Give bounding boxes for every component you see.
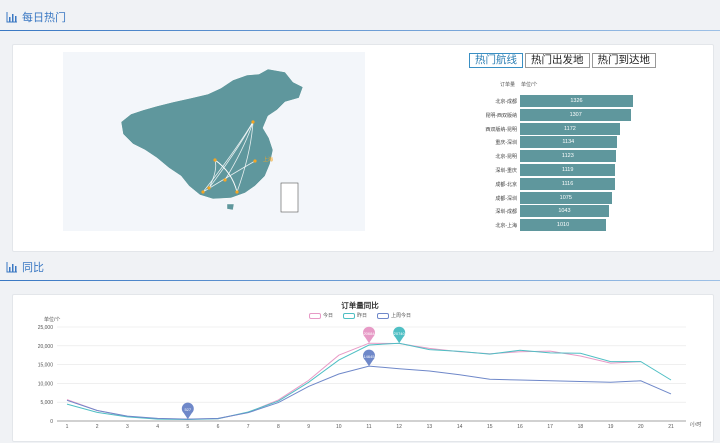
- route-bar-row[interactable]: 昆明-西双版纳 1307: [470, 108, 670, 122]
- route-label: 北京-昆明: [495, 154, 517, 161]
- city-dot: [253, 159, 257, 163]
- city-dot: [207, 186, 211, 190]
- route-label: 北京-上海: [495, 223, 517, 230]
- route-bar-row[interactable]: 深圳-成都 1043: [470, 205, 670, 218]
- route-value: 1172: [564, 125, 576, 132]
- route-bar: 1134: [520, 136, 617, 149]
- route-value: 1134: [562, 139, 575, 146]
- route-bar-row[interactable]: 北京-昆明 1123: [470, 150, 670, 163]
- legend-label: 上周今日: [391, 313, 412, 319]
- route-value: 1307: [569, 111, 582, 118]
- route-label: 重庆-深圳: [495, 140, 517, 147]
- route-value: 1075: [559, 194, 572, 201]
- route-value: 1326: [570, 98, 583, 104]
- route-value: 1123: [561, 153, 574, 160]
- legend-swatch: [308, 312, 321, 319]
- route-value: 1043: [558, 208, 571, 215]
- route-bar: 1307: [520, 108, 632, 121]
- route-bar-row[interactable]: 西双版纳-昆明 1172: [470, 122, 670, 136]
- bar-chart-icon: [6, 12, 17, 23]
- y-axis-unit: 单位/个: [44, 317, 61, 323]
- route-bar: 1172: [520, 122, 620, 135]
- city-label-shanghai: 上海: [263, 156, 273, 163]
- route-bar: 1075: [520, 191, 612, 204]
- legend-item-last-week[interactable]: 上周今日: [377, 312, 411, 319]
- tab-hot-routes[interactable]: 热门航线: [469, 53, 523, 68]
- route-label: 成都-北京: [495, 181, 517, 188]
- section-title: 同比: [22, 262, 44, 274]
- route-bar: 1010: [520, 219, 607, 232]
- city-dot: [223, 178, 227, 182]
- route-bar-row[interactable]: 北京-成都 1326: [470, 95, 670, 108]
- route-bar-row[interactable]: 重庆-深圳 1134: [470, 136, 670, 149]
- tab-hot-departures[interactable]: 热门出发地: [525, 53, 590, 68]
- route-label: 西双版纳-昆明: [485, 126, 517, 133]
- route-bar: 1116: [520, 177, 616, 190]
- route-bar-row[interactable]: 北京-上海 1010: [470, 219, 670, 232]
- city-dot: [201, 190, 205, 194]
- legend-swatch: [377, 312, 389, 319]
- route-label: 深圳-重庆: [495, 168, 517, 174]
- legend-label: 昨日: [356, 313, 367, 319]
- route-bar: 1043: [520, 205, 609, 218]
- route-bar: 1119: [520, 164, 616, 176]
- south-sea-inset: [280, 182, 299, 213]
- legend-swatch: [342, 312, 355, 319]
- daily-hot-header: 每日热门: [0, 6, 720, 31]
- route-bar-row[interactable]: 成都-深圳 1075: [470, 191, 670, 205]
- route-value: 1119: [561, 167, 574, 173]
- route-bar-row[interactable]: 深圳-重庆 1119: [470, 164, 670, 177]
- hainan-island: [226, 203, 235, 211]
- bar-chart-icon: [6, 262, 17, 273]
- bar-header-unit: 单位/个: [521, 82, 538, 88]
- city-dot: [213, 158, 217, 162]
- chart-legend: 今日 昨日 上周今日: [0, 312, 720, 319]
- route-bar: 1326: [520, 95, 633, 107]
- china-map-shape: [120, 68, 304, 200]
- legend-label: 今日: [322, 313, 333, 319]
- tab-hot-arrivals[interactable]: 热门到达地: [591, 53, 656, 68]
- route-label: 昆明-西双版纳: [485, 112, 517, 119]
- route-label: 深圳-成都: [495, 209, 517, 216]
- bar-header-count: 订单量: [500, 82, 516, 88]
- city-dot: [235, 190, 239, 194]
- route-label: 北京-成都: [495, 99, 517, 105]
- city-dot: [251, 120, 255, 124]
- route-label: 成都-深圳: [495, 195, 517, 202]
- x-axis-unit: /小时: [690, 422, 702, 428]
- route-value: 1116: [561, 180, 574, 187]
- legend-item-today[interactable]: 今日: [308, 312, 333, 319]
- route-bar-row[interactable]: 成都-北京 1116: [470, 177, 670, 191]
- section-divider: [0, 30, 720, 31]
- china-route-map[interactable]: 上海: [63, 52, 365, 231]
- legend-item-yesterday[interactable]: 昨日: [342, 312, 367, 319]
- section-divider: [0, 280, 720, 281]
- route-tabs: 热门航线 热门出发地 热门到达地: [469, 53, 658, 68]
- route-value: 1010: [556, 222, 570, 229]
- section-title: 每日热门: [22, 12, 66, 24]
- compare-header: 同比: [0, 256, 720, 281]
- chart-title: 订单量同比: [341, 301, 379, 310]
- map-svg: 上海: [120, 68, 304, 213]
- route-bar: 1123: [520, 150, 616, 163]
